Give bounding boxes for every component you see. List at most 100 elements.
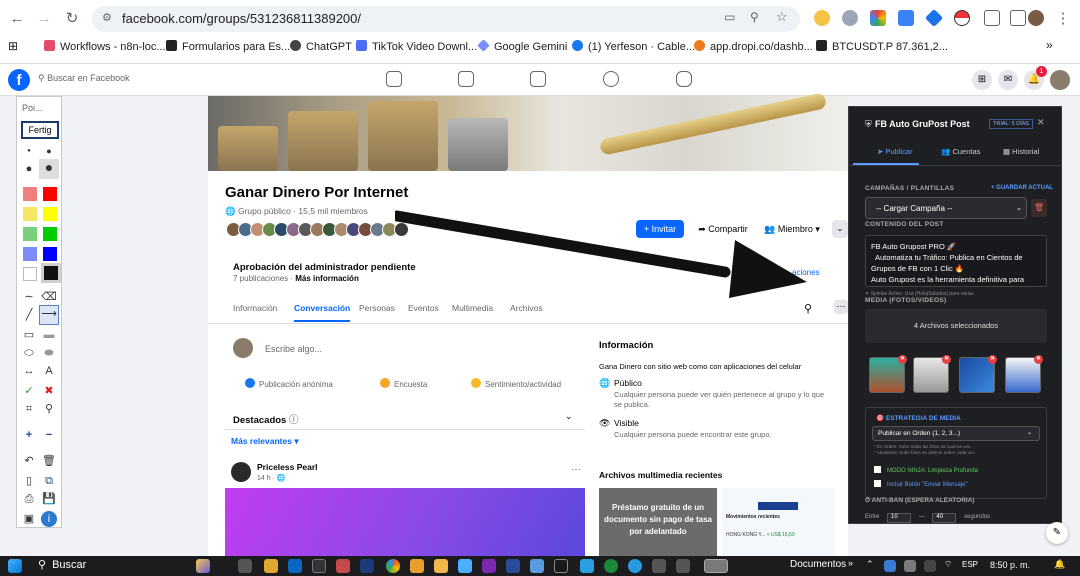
ninja-mode-checkbox[interactable]: MODO NINJA: Limpieza Profunda xyxy=(874,466,978,474)
order-select[interactable]: Publicar en Orden (1, 2, 3...) ⌄ xyxy=(872,426,1040,441)
apps-grid-icon[interactable] xyxy=(870,10,886,26)
large-dot-icon[interactable]: ● xyxy=(21,161,37,177)
more-info-link[interactable]: Más información xyxy=(295,274,359,283)
zoom-out-icon[interactable]: − xyxy=(41,427,57,443)
tray-icon[interactable] xyxy=(924,560,936,572)
delete-icon[interactable]: 🗑 xyxy=(1031,199,1047,217)
save-icon[interactable]: 💾 xyxy=(41,491,57,507)
text-tool-icon[interactable]: A xyxy=(41,363,57,379)
print-icon[interactable]: ⎙ xyxy=(21,491,37,507)
color-swatch-red[interactable] xyxy=(43,187,57,201)
app-icon[interactable] xyxy=(336,559,350,573)
site-info-icon[interactable]: ⚙ xyxy=(102,11,112,24)
color-swatch-light-red[interactable] xyxy=(23,187,37,201)
color-swatch-light-blue[interactable] xyxy=(23,247,37,261)
remove-icon[interactable]: ✕ xyxy=(898,355,907,364)
media-thumbnail[interactable]: ✕ xyxy=(959,355,997,393)
marketplace-icon[interactable] xyxy=(530,71,546,87)
files-selected-dropzone[interactable]: 4 Archivos seleccionados xyxy=(865,309,1047,343)
remove-icon[interactable]: ✕ xyxy=(942,355,951,364)
tag-extension-icon[interactable] xyxy=(924,8,944,28)
app-icon[interactable] xyxy=(458,559,472,573)
checkmark-icon[interactable]: ✓ xyxy=(21,383,37,399)
app-icon[interactable] xyxy=(554,559,568,573)
taskbar-search[interactable]: ⚲ Buscar xyxy=(38,558,86,571)
notification-bell-icon[interactable]: 🔔 xyxy=(1054,559,1065,570)
media-thumbnail[interactable]: Préstamo gratuito de un documento sin pa… xyxy=(599,488,717,556)
new-document-icon[interactable]: ▯ xyxy=(21,473,37,489)
arrow-tool-icon[interactable]: ⟶ xyxy=(39,305,59,325)
bookmark-item[interactable]: Workflows - n8n-loc... xyxy=(44,40,166,53)
bookmark-item[interactable]: (1) Yerfeson · Cable... xyxy=(572,40,695,53)
color-swatch-green[interactable] xyxy=(43,227,57,241)
feeling-button[interactable]: Sentimiento/actividad xyxy=(471,378,561,389)
post-author[interactable]: Priceless Pearl xyxy=(257,462,318,472)
line-tool-icon[interactable]: ╱ xyxy=(21,307,37,323)
home-icon[interactable] xyxy=(386,71,402,87)
bookmark-item[interactable]: Google Gemini xyxy=(477,39,567,53)
folder-extension-icon[interactable] xyxy=(898,10,914,26)
language-indicator[interactable]: ESP xyxy=(962,560,978,569)
campaign-select[interactable]: -- Cargar Campaña -- ⌄ xyxy=(865,197,1027,219)
color-swatch-black-selected[interactable] xyxy=(41,263,61,283)
video-icon[interactable] xyxy=(458,71,474,87)
media-thumbnail[interactable]: Movimientos recientes HONG KONG Y... + U… xyxy=(722,488,834,556)
messenger-icon[interactable]: ✉ xyxy=(998,70,1018,90)
chevron-up-icon[interactable]: ⌃ xyxy=(866,559,874,570)
app-icon[interactable] xyxy=(434,559,448,573)
profile-avatar[interactable] xyxy=(1028,10,1044,26)
color-swatch-yellow[interactable] xyxy=(43,207,57,221)
freehand-pen-icon[interactable]: ∼ xyxy=(21,289,37,305)
tab-cuentas[interactable]: 👥 Cuentas xyxy=(941,147,980,156)
extensions-puzzle-icon[interactable] xyxy=(984,10,1000,26)
done-button[interactable]: Fertig xyxy=(21,121,59,139)
tray-icon[interactable] xyxy=(884,560,896,572)
side-panel-icon[interactable] xyxy=(1010,10,1026,26)
inbox-button-checkbox[interactable]: Incluir Botón "Enviar Mensaje" xyxy=(874,480,968,488)
trash-icon[interactable]: 🗑 xyxy=(41,453,57,469)
close-icon[interactable]: ✕ xyxy=(1037,117,1045,128)
undo-icon[interactable]: ↶ xyxy=(21,453,37,469)
address-bar[interactable]: ⚙ facebook.com/groups/531236811389200/ ▭… xyxy=(92,6,800,32)
poll-button[interactable]: Encuesta xyxy=(380,378,427,389)
menu-kebab-icon[interactable]: ⋮ xyxy=(1052,8,1074,30)
active-window-icon[interactable] xyxy=(704,559,728,573)
bookmark-star-icon[interactable]: ☆ xyxy=(776,9,788,25)
chrome-icon[interactable] xyxy=(386,559,400,573)
copilot-icon[interactable] xyxy=(196,559,210,573)
extension-icon[interactable] xyxy=(842,10,858,26)
media-thumbnail[interactable]: ✕ xyxy=(1005,355,1043,393)
min-seconds-input[interactable]: 10 xyxy=(887,513,912,523)
save-current-link[interactable]: + GUARDAR ACTUAL xyxy=(991,185,1053,191)
bookmark-item[interactable]: TikTok Video Downl... xyxy=(356,40,477,53)
tray-icon[interactable] xyxy=(904,560,916,572)
remove-icon[interactable]: ✕ xyxy=(988,355,997,364)
tab-publicar[interactable]: ➤ Publicar xyxy=(877,147,912,156)
xl-dot-icon[interactable]: ● xyxy=(39,159,59,179)
cast-icon[interactable]: ▭ xyxy=(724,10,735,24)
sort-dropdown[interactable]: Más relevantes ▾ xyxy=(231,436,299,447)
info-icon[interactable]: i xyxy=(41,511,57,527)
extension-icon[interactable] xyxy=(814,10,830,26)
whatsapp-icon[interactable] xyxy=(604,559,618,573)
facebook-logo-icon[interactable]: f xyxy=(8,69,30,91)
small-dot-icon[interactable]: ● xyxy=(21,143,37,159)
bookmark-item[interactable]: Formularios para Es... xyxy=(166,40,290,53)
bookmark-item[interactable]: ChatGPT xyxy=(290,40,352,53)
eraser-icon[interactable]: ⌫ xyxy=(41,289,57,305)
windows-start-icon[interactable] xyxy=(8,559,22,573)
composer-input[interactable]: Escribe algo... xyxy=(265,344,322,354)
gaming-icon[interactable] xyxy=(676,71,692,87)
more-options-icon[interactable]: ··· xyxy=(571,464,581,475)
app-icon[interactable] xyxy=(288,559,302,573)
medium-dot-icon[interactable]: ● xyxy=(41,143,57,159)
post-content-textarea[interactable]: FB Auto Grupost PRO 🚀 Automatiza tu Tráf… xyxy=(865,235,1047,287)
color-swatch-blue[interactable] xyxy=(43,247,57,261)
app-icon[interactable] xyxy=(506,559,520,573)
telegram-icon[interactable] xyxy=(628,559,642,573)
groups-icon[interactable] xyxy=(603,71,619,87)
color-swatch-white[interactable] xyxy=(23,267,37,281)
filled-ellipse-icon[interactable]: ⬬ xyxy=(41,345,57,361)
app-icon[interactable] xyxy=(530,559,544,573)
color-swatch-light-yellow[interactable] xyxy=(23,207,37,221)
